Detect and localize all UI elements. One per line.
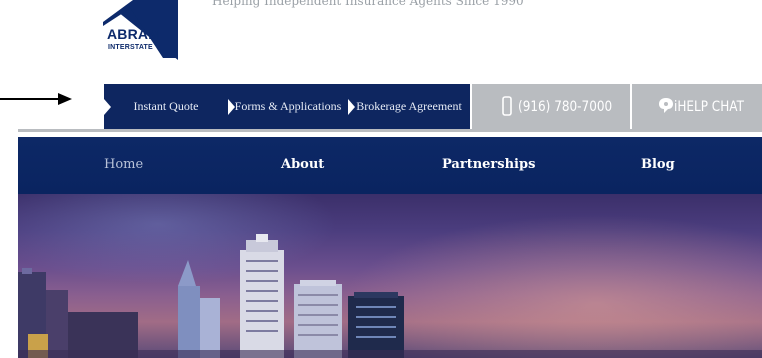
nav-partnerships[interactable]: Partnerships [442,157,535,173]
abram-interstate-logo[interactable]: ABRAM INTERSTATE [103,0,178,60]
phone-icon [502,96,512,116]
notch-icon [104,98,111,115]
nav-home[interactable]: Home [104,157,143,173]
forms-applications-link[interactable]: Forms & Applications [228,84,348,129]
phone-number: (916) 780-7000 [518,98,613,115]
forms-applications-label: Forms & Applications [234,99,342,113]
hero-skyline-image [18,194,762,358]
chat-bubble-icon [659,98,673,113]
logo-text-abram: ABRAM [107,26,161,42]
site-tagline: Helping Independent Insurance Agents Sin… [212,0,524,8]
logo-text-interstate: INTERSTATE [108,44,153,51]
main-nav: Home About Partnerships Blog [18,137,762,194]
instant-quote-link[interactable]: Instant Quote [104,84,228,129]
top-utility-nav: Instant Quote Forms & Applications Broke… [104,84,762,129]
notch-icon [348,98,355,115]
notch-icon [228,98,235,115]
brokerage-agreement-label: Brokerage Agreement [356,99,462,113]
nav-about[interactable]: About [281,157,324,173]
brokerage-agreement-link[interactable]: Brokerage Agreement [348,84,470,129]
instant-quote-label: Instant Quote [133,99,199,113]
ihelp-chat-label: iHELP CHAT [674,98,744,115]
phone-link[interactable]: (916) 780-7000 [472,84,630,129]
arrow-annotation-icon [0,93,72,105]
nav-blog[interactable]: Blog [641,157,675,173]
skyline-silhouette-icon [18,234,762,358]
ihelp-chat-link[interactable]: iHELP CHAT [632,84,762,129]
header-separator [18,129,762,132]
